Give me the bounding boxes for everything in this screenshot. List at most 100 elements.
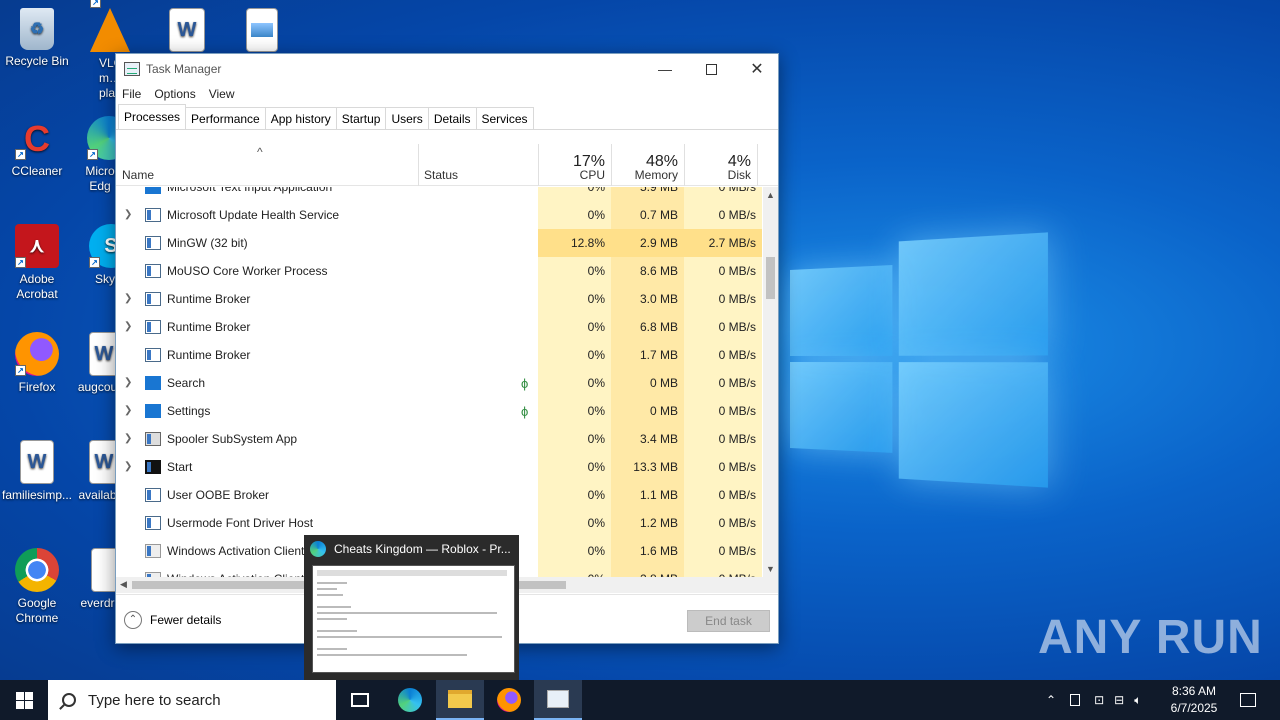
taskbar-firefox[interactable] (485, 680, 533, 720)
desktop-icon-ccleaner[interactable]: C ↗ CCleaner (0, 116, 74, 179)
desktop-icon-augcou-doc[interactable]: W augcou (75, 332, 120, 395)
process-cpu: 0% (538, 201, 611, 229)
tab-users[interactable]: Users (385, 107, 429, 129)
tab-startup[interactable]: Startup (335, 107, 387, 129)
taskbar-search-box[interactable]: Type here to search (48, 680, 336, 720)
start-button[interactable] (0, 680, 48, 720)
tab-processes[interactable]: Processes (118, 104, 187, 129)
menu-options[interactable]: Options (154, 87, 195, 101)
fewer-details-button[interactable]: ⌃ Fewer details (124, 611, 221, 629)
close-button[interactable]: ✕ (734, 54, 780, 84)
column-cpu[interactable]: 17% CPU (538, 144, 611, 186)
scroll-up-icon[interactable]: ▲ (766, 190, 775, 200)
tab-app-history[interactable]: App history (264, 107, 337, 129)
menu-view[interactable]: View (209, 87, 235, 101)
clock-date: 6/7/2025 (1170, 701, 1218, 715)
firefox-icon (497, 688, 521, 712)
expand-chevron-icon[interactable]: ❯ (124, 461, 132, 472)
image-file-icon (246, 8, 278, 52)
end-task-button[interactable]: End task (687, 610, 770, 632)
column-name[interactable]: Name (116, 144, 418, 186)
scroll-left-icon[interactable]: ◀ (120, 579, 127, 590)
process-disk: 0 MB/s (684, 537, 762, 565)
desktop-icon-recycle-bin[interactable]: ♻ Recycle Bin (0, 8, 74, 69)
process-name: Windows Activation Client (167, 565, 304, 577)
process-icon (145, 320, 161, 334)
tab-details[interactable]: Details (427, 107, 477, 129)
table-row[interactable]: ❯ Search ϕ 0% 0 MB 0 MB/s (116, 369, 762, 397)
acrobat-icon: ⋏ ↗ (15, 224, 59, 268)
show-hidden-icons-chevron-icon[interactable]: ⌃ (1046, 693, 1056, 707)
taskbar-clock[interactable]: 8:36 AM 6/7/2025 (1164, 683, 1224, 717)
expand-chevron-icon[interactable]: ❯ (124, 405, 132, 416)
taskbar-edge[interactable] (386, 680, 434, 720)
table-row[interactable]: Usermode Font Driver Host 0% 1.2 MB 0 MB… (116, 509, 762, 537)
meet-now-icon[interactable]: ⊡ (1094, 693, 1104, 707)
fewer-details-label: Fewer details (150, 613, 222, 627)
column-disk[interactable]: 4% Disk (684, 144, 757, 186)
taskbar: Type here to search ⌃ ⊡ ⊟ 🔈︎ 8:36 AM 6/7… (0, 680, 1280, 720)
column-header: ^ Name Status 17% CPU 48% Memory 4% Disk (116, 144, 778, 186)
edge-window-preview[interactable]: Cheats Kingdom — Roblox - Pr... (304, 535, 519, 680)
table-row[interactable]: Runtime Broker 0% 1.7 MB 0 MB/s (116, 341, 762, 369)
tab-performance[interactable]: Performance (185, 107, 266, 129)
tab-services[interactable]: Services (475, 107, 534, 129)
action-center-button[interactable] (1224, 680, 1272, 720)
table-row[interactable]: ❯ Start 0% 13.3 MB 0 MB/s (116, 453, 762, 481)
maximize-button[interactable] (688, 54, 734, 84)
search-placeholder: Type here to search (88, 691, 221, 709)
expand-chevron-icon[interactable]: ❯ (124, 209, 132, 220)
table-row[interactable]: ❯ Spooler SubSystem App 0% 3.4 MB 0 MB/s (116, 425, 762, 453)
desktop-icon-firefox[interactable]: ↗ Firefox (0, 332, 74, 395)
expand-chevron-icon[interactable]: ❯ (124, 293, 132, 304)
column-memory[interactable]: 48% Memory (611, 144, 684, 186)
column-disk-label: Disk (727, 168, 751, 182)
tablet-icon[interactable] (1070, 694, 1081, 706)
process-disk: 0 MB/s (684, 481, 762, 509)
taskbar-file-explorer[interactable] (436, 680, 484, 720)
column-status[interactable]: Status (418, 144, 538, 186)
table-row[interactable]: MinGW (32 bit) 12.8% 2.9 MB 2.7 MB/s (116, 229, 762, 257)
table-row[interactable]: ❯ Settings ϕ 0% 0 MB 0 MB/s (116, 397, 762, 425)
volume-icon[interactable]: 🔈︎ (1134, 693, 1141, 708)
minimize-button[interactable]: — (642, 54, 688, 84)
taskbar-task-manager[interactable] (534, 680, 582, 720)
windows-start-icon (15, 691, 33, 709)
vertical-scrollbar[interactable]: ▲ ▼ (763, 187, 778, 577)
desktop-icon-word-doc[interactable]: W (150, 8, 224, 56)
process-name: MoUSO Core Worker Process (167, 264, 328, 278)
network-icon[interactable]: ⊟ (1114, 693, 1124, 707)
table-row[interactable]: User OOBE Broker 0% 1.1 MB 0 MB/s (116, 481, 762, 509)
desktop-icon-familiesimp-doc[interactable]: W familiesimp... (0, 440, 74, 503)
expand-chevron-icon[interactable]: ❯ (124, 377, 132, 388)
process-icon (145, 516, 161, 530)
expand-chevron-icon[interactable]: ❯ (124, 321, 132, 332)
table-row[interactable]: ❯ Runtime Broker 0% 6.8 MB 0 MB/s (116, 313, 762, 341)
system-tray: ⌃ ⊡ ⊟ 🔈︎ (1046, 680, 1141, 720)
edge-icon (398, 688, 422, 712)
desktop-icon-image[interactable] (225, 8, 299, 56)
process-memory: 3.4 MB (611, 425, 684, 453)
scroll-thumb[interactable] (766, 257, 775, 299)
scroll-down-icon[interactable]: ▼ (766, 564, 775, 574)
desktop-icon-google-chrome[interactable]: Google Chrome (0, 548, 74, 626)
process-cpu: 12.8% (538, 229, 611, 257)
desktop-icon-everdr[interactable]: everdr (75, 548, 120, 611)
desktop-icon-skype[interactable]: S ↗ Sky (75, 224, 115, 287)
table-row[interactable]: ❯ Microsoft Update Health Service 0% 0.7… (116, 201, 762, 229)
table-row[interactable]: MoUSO Core Worker Process 0% 8.6 MB 0 MB… (116, 257, 762, 285)
process-memory: 13.3 MB (611, 453, 684, 481)
expand-chevron-icon[interactable]: ❯ (124, 433, 132, 444)
preview-title: Cheats Kingdom — Roblox - Pr... (334, 542, 511, 556)
desktop-icon-label: everdr (80, 596, 115, 610)
window-title: Task Manager (146, 62, 222, 76)
desktop-icon-adobe-acrobat[interactable]: ⋏ ↗ Adobe Acrobat (0, 224, 74, 302)
menu-file[interactable]: File (122, 87, 141, 101)
task-view-button[interactable] (336, 680, 384, 720)
title-bar[interactable]: Task Manager — ✕ (116, 54, 778, 84)
table-row[interactable]: Microsoft Text Input Application 0% 5.9 … (116, 187, 762, 201)
process-cpu: 0% (538, 537, 611, 565)
desktop-icon-availab-doc[interactable]: W availab (75, 440, 120, 503)
process-icon (145, 348, 161, 362)
table-row[interactable]: ❯ Runtime Broker 0% 3.0 MB 0 MB/s (116, 285, 762, 313)
